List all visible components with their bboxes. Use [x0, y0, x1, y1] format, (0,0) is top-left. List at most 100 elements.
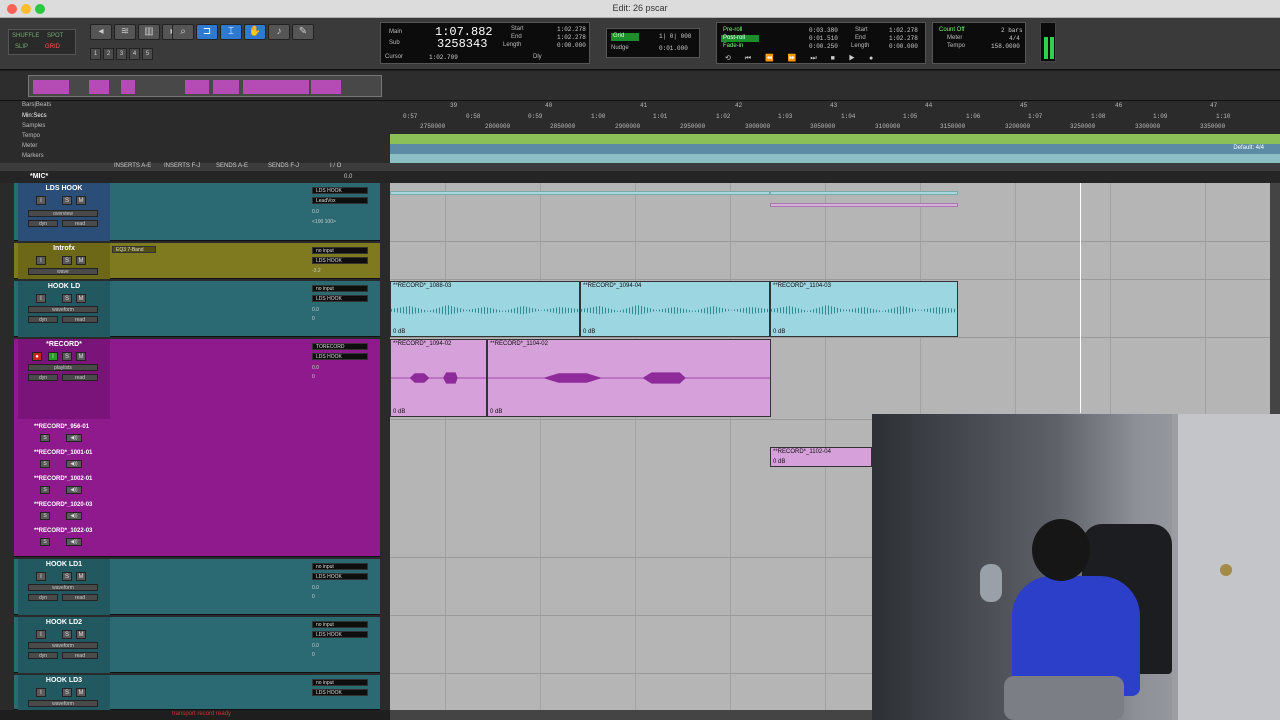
mute-button[interactable]: M — [76, 256, 86, 265]
dly-label[interactable]: Dly — [533, 54, 542, 60]
playlist-solo-button[interactable]: S — [40, 434, 50, 442]
clip-gain[interactable]: 0 dB — [393, 329, 405, 335]
mute-button[interactable]: M — [76, 196, 86, 205]
input-monitor-button[interactable]: I — [36, 572, 46, 581]
record-arm-button[interactable]: ● — [32, 352, 42, 361]
output-select[interactable]: LDS HOOK — [312, 689, 368, 696]
waveform-zoom-icon[interactable]: ≋ — [114, 24, 136, 40]
track-name[interactable]: HOOK LD3 — [18, 677, 110, 684]
pan-value[interactable]: <100 100> — [312, 219, 336, 225]
audio-clip[interactable]: **RECORD*_1094-02 0 dB — [390, 339, 487, 417]
solo-button[interactable]: S — [62, 256, 72, 265]
dyn-select[interactable]: dyn — [28, 652, 58, 659]
fadein-label[interactable]: Fade-in — [721, 43, 759, 50]
output-select[interactable]: LeadVox — [312, 197, 368, 204]
selected-track-name[interactable]: *MIC* — [30, 173, 48, 180]
speaker-icon[interactable]: ◀)) — [66, 486, 82, 494]
track-lds-hook[interactable]: LDS HOOK I S M overview dyn read LDS HOO… — [14, 183, 380, 241]
audio-clip[interactable]: **RECORD*_1104-03 0 dB — [770, 281, 958, 337]
samples-ruler[interactable]: 2750000 2800000 2850000 2900000 2950000 … — [390, 123, 1280, 133]
pencil-tool-icon[interactable]: ✎ — [292, 24, 314, 40]
mute-button[interactable]: M — [76, 294, 86, 303]
preroll-value[interactable]: 0:03.380 — [809, 27, 838, 34]
input-select[interactable]: LDS HOOK — [312, 187, 368, 194]
input-monitor-button[interactable]: I — [36, 196, 46, 205]
zoom-out-icon[interactable]: ◂ — [90, 24, 112, 40]
playlist-solo-button[interactable]: S — [40, 486, 50, 494]
track-view-select[interactable]: waveform — [28, 642, 98, 649]
lds-hook-clip[interactable] — [390, 191, 770, 195]
fadein-value[interactable]: 0:00.250 — [809, 43, 838, 50]
pan-value[interactable]: 0 — [312, 652, 315, 658]
clip-gain[interactable]: 0 dB — [490, 409, 502, 415]
count-off-label[interactable]: Count Off — [939, 27, 965, 33]
track-introfx[interactable]: Introfx I S M wave EQ3 7-Band no input L… — [14, 243, 380, 279]
audio-clip[interactable]: **RECORD*_1088-03 0 dB — [390, 281, 580, 337]
clip-gain[interactable]: 0 dB — [773, 459, 785, 465]
mode-grid[interactable]: GRID — [45, 44, 60, 50]
postroll-value[interactable]: 0:01.510 — [809, 35, 838, 42]
automation-mode-select[interactable]: read — [62, 594, 98, 601]
transport-buttons-icon[interactable]: ⟲ ⏮ ⏪ ⏩ ⏭ ■ ▶ ● — [725, 54, 879, 63]
clip-gain[interactable]: 0 dB — [393, 409, 405, 415]
grabber-tool-icon[interactable]: ✋ — [244, 24, 266, 40]
output-select[interactable]: LDS HOOK — [312, 257, 368, 264]
meter-ruler[interactable]: Default: 4/4 — [390, 144, 1280, 154]
volume-value[interactable]: 0.0 — [312, 365, 319, 371]
volume-value[interactable]: -3.2 — [312, 268, 321, 274]
track-hook-ld[interactable]: HOOK LD I S M waveform dyn read no input… — [14, 281, 380, 337]
track-hook-ld3[interactable]: HOOK LD3 I S M waveform no input LDS HOO… — [14, 675, 380, 710]
track-hook-ld2[interactable]: HOOK LD2 I S M waveform dyn read no inpu… — [14, 617, 380, 673]
midi-zoom-icon[interactable]: ▥ — [138, 24, 160, 40]
playlist-clip[interactable]: **RECORD*_1102-04 0 dB — [770, 447, 872, 467]
input-select[interactable]: no input — [312, 247, 368, 254]
track-view-select[interactable]: playlists — [28, 364, 98, 371]
automation-mode-select[interactable]: read — [62, 374, 98, 381]
meter-value[interactable]: 4/4 — [1009, 35, 1020, 42]
speaker-icon[interactable]: ◀)) — [66, 460, 82, 468]
lds-hook-clip[interactable] — [770, 191, 958, 195]
count-off-value[interactable]: 2 bars — [1001, 27, 1023, 34]
playlist-lane[interactable]: **RECORD*_1022-03 S ◀)) — [32, 527, 114, 553]
track-name[interactable]: HOOK LD2 — [18, 619, 110, 626]
playlist-lane[interactable]: **RECORD*_956-01 S ◀)) — [32, 423, 114, 449]
output-select[interactable]: LDS HOOK — [312, 573, 368, 580]
track-name[interactable]: HOOK LD1 — [18, 561, 110, 568]
sub-counter-value[interactable]: 3258343 — [437, 37, 487, 51]
postroll-label[interactable]: Post-roll — [721, 35, 759, 42]
tempo-value[interactable]: 158.0000 — [991, 43, 1020, 50]
mode-shuffle[interactable]: SHUFFLE — [12, 33, 39, 39]
grid-value[interactable]: 1| 0| 000 — [659, 33, 691, 40]
playlist-name[interactable]: **RECORD*_1002-01 — [34, 476, 92, 482]
sel-start-value[interactable]: 1:02.278 — [557, 26, 586, 33]
solo-button[interactable]: S — [62, 352, 72, 361]
mute-button[interactable]: M — [76, 572, 86, 581]
mode-spot[interactable]: SPOT — [47, 33, 63, 39]
ruler-label-markers[interactable]: Markers — [22, 153, 44, 159]
bars-ruler[interactable]: 39 40 41 42 43 44 45 46 47 — [390, 102, 1280, 112]
playlist-lane[interactable]: **RECORD*_1001-01 S ◀)) — [32, 449, 114, 475]
track-view-select[interactable]: waveform — [28, 584, 98, 591]
insert-slot[interactable]: EQ3 7-Band — [112, 246, 156, 253]
zoom-preset-4[interactable]: 4 — [129, 48, 140, 60]
mute-button[interactable]: M — [76, 688, 86, 697]
mute-button[interactable]: M — [76, 352, 86, 361]
volume-value[interactable]: 0.0 — [312, 307, 319, 313]
track-name[interactable]: HOOK LD — [18, 283, 110, 290]
input-select[interactable]: no input — [312, 563, 368, 570]
track-record[interactable]: *RECORD* ● I S M playlists dyn read TORE… — [14, 339, 380, 557]
track-view-select[interactable]: overview — [28, 210, 98, 217]
output-select[interactable]: LDS HOOK — [312, 353, 368, 360]
mode-slip[interactable]: SLIP — [15, 44, 28, 50]
dyn-select[interactable]: dyn — [28, 374, 58, 381]
ruler-label-samples[interactable]: Samples — [22, 123, 45, 129]
ruler-label-minsecs[interactable]: Min:Secs — [22, 113, 47, 119]
zoomer-tool-icon[interactable]: ⌕ — [172, 24, 194, 40]
input-monitor-button[interactable]: I — [36, 688, 46, 697]
playlist-name[interactable]: **RECORD*_1020-03 — [34, 502, 92, 508]
clip-gain[interactable]: 0 dB — [583, 329, 595, 335]
pan-value[interactable]: 0 — [312, 594, 315, 600]
track-hook-ld1[interactable]: HOOK LD1 I S M waveform dyn read no inpu… — [14, 559, 380, 615]
playlist-lane[interactable]: **RECORD*_1002-01 S ◀)) — [32, 475, 114, 501]
playlist-name[interactable]: **RECORD*_956-01 — [34, 424, 89, 430]
